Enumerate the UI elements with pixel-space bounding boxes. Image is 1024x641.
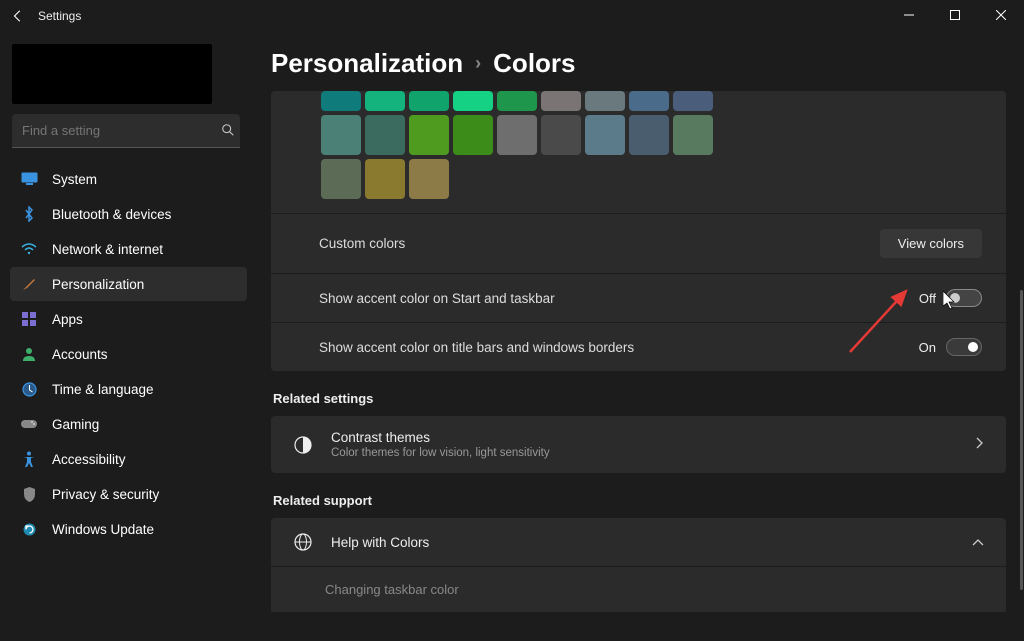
color-swatch[interactable] [453,115,493,155]
help-with-colors-card[interactable]: Help with Colors [271,518,1006,566]
gamepad-icon [20,415,38,433]
help-colors-title: Help with Colors [331,535,972,550]
sidebar-item-accessibility[interactable]: Accessibility [10,442,247,476]
globe-clock-icon [20,380,38,398]
accent-title-toggle[interactable] [946,338,982,356]
globe-icon [293,532,313,552]
color-swatch[interactable] [497,115,537,155]
color-swatch[interactable] [541,115,581,155]
color-swatch[interactable] [497,91,537,111]
color-swatch[interactable] [321,91,361,111]
sidebar-item-label: Windows Update [52,522,154,537]
maximize-button[interactable] [932,0,978,30]
sidebar-item-network[interactable]: Network & internet [10,232,247,266]
sidebar-item-label: Bluetooth & devices [52,207,171,222]
changing-taskbar-color-link[interactable]: Changing taskbar color [271,566,1006,612]
sidebar-item-label: Network & internet [52,242,163,257]
wifi-icon [20,240,38,258]
sidebar-item-label: System [52,172,97,187]
apps-icon [20,310,38,328]
search-icon [221,123,235,140]
close-button[interactable] [978,0,1024,30]
sidebar-item-label: Apps [52,312,83,327]
sidebar-item-label: Time & language [52,382,154,397]
accent-title-label: Show accent color on title bars and wind… [319,340,634,355]
custom-colors-label: Custom colors [319,236,405,251]
scrollbar[interactable] [1020,90,1023,620]
accent-colors-panel: Custom colors View colors Show accent co… [271,91,1006,371]
toggle-state-label: On [919,340,936,355]
contrast-themes-title: Contrast themes [331,430,976,445]
person-icon [20,345,38,363]
custom-colors-row: Custom colors View colors [271,213,1006,273]
chevron-up-icon [972,535,984,550]
breadcrumb: Personalization › Colors [271,48,1006,79]
update-icon [20,520,38,538]
contrast-icon [293,435,313,455]
color-swatch[interactable] [321,115,361,155]
search-input[interactable] [12,114,240,148]
paintbrush-icon [20,275,38,293]
color-swatch[interactable] [321,159,361,199]
minimize-button[interactable] [886,0,932,30]
color-swatch[interactable] [453,91,493,111]
breadcrumb-current: Colors [493,48,575,79]
breadcrumb-parent[interactable]: Personalization [271,48,463,79]
chevron-right-icon: › [475,53,481,74]
sidebar-item-personalization[interactable]: Personalization [10,267,247,301]
sidebar-item-update[interactable]: Windows Update [10,512,247,546]
accent-start-toggle[interactable] [946,289,982,307]
contrast-themes-card[interactable]: Contrast themes Color themes for low vis… [271,416,1006,473]
color-swatch[interactable] [409,91,449,111]
main-pane: Personalization › Colors [257,32,1024,641]
color-swatch[interactable] [585,91,625,111]
color-swatch[interactable] [629,115,669,155]
sidebar-item-bluetooth[interactable]: Bluetooth & devices [10,197,247,231]
color-swatch[interactable] [673,91,713,111]
minimize-icon [904,10,914,20]
color-swatch[interactable] [409,159,449,199]
related-settings-header: Related settings [273,391,1006,406]
back-button[interactable] [8,6,28,26]
color-swatch[interactable] [409,115,449,155]
related-support-header: Related support [273,493,1006,508]
sidebar-item-label: Accessibility [52,452,126,467]
color-swatch[interactable] [585,115,625,155]
contrast-themes-sub: Color themes for low vision, light sensi… [331,447,976,459]
accent-title-row: Show accent color on title bars and wind… [271,322,1006,371]
close-icon [996,10,1006,20]
monitor-icon [20,170,38,188]
sidebar-item-gaming[interactable]: Gaming [10,407,247,441]
accent-start-row: Show accent color on Start and taskbar O… [271,273,1006,322]
color-swatch[interactable] [673,115,713,155]
color-swatch[interactable] [365,115,405,155]
shield-icon [20,485,38,503]
accent-start-label: Show accent color on Start and taskbar [319,291,555,306]
sidebar-item-accounts[interactable]: Accounts [10,337,247,371]
account-box[interactable] [12,44,212,104]
toggle-state-label: Off [919,291,936,306]
sidebar-item-time[interactable]: Time & language [10,372,247,406]
sidebar-item-system[interactable]: System [10,162,247,196]
sidebar-item-label: Accounts [52,347,108,362]
sidebar-item-label: Privacy & security [52,487,159,502]
maximize-icon [950,10,960,20]
sidebar-item-label: Gaming [52,417,99,432]
color-swatch[interactable] [629,91,669,111]
color-swatch[interactable] [365,159,405,199]
window-title: Settings [38,9,81,23]
scrollbar-thumb[interactable] [1020,290,1023,590]
sidebar-item-label: Personalization [52,277,144,292]
color-swatch[interactable] [541,91,581,111]
arrow-left-icon [11,9,25,23]
view-colors-button[interactable]: View colors [880,229,982,258]
bluetooth-icon [20,205,38,223]
chevron-right-icon [976,437,984,452]
sidebar-item-privacy[interactable]: Privacy & security [10,477,247,511]
accessibility-icon [20,450,38,468]
sidebar-item-apps[interactable]: Apps [10,302,247,336]
color-swatch[interactable] [365,91,405,111]
sidebar: System Bluetooth & devices Network & int… [0,32,257,641]
